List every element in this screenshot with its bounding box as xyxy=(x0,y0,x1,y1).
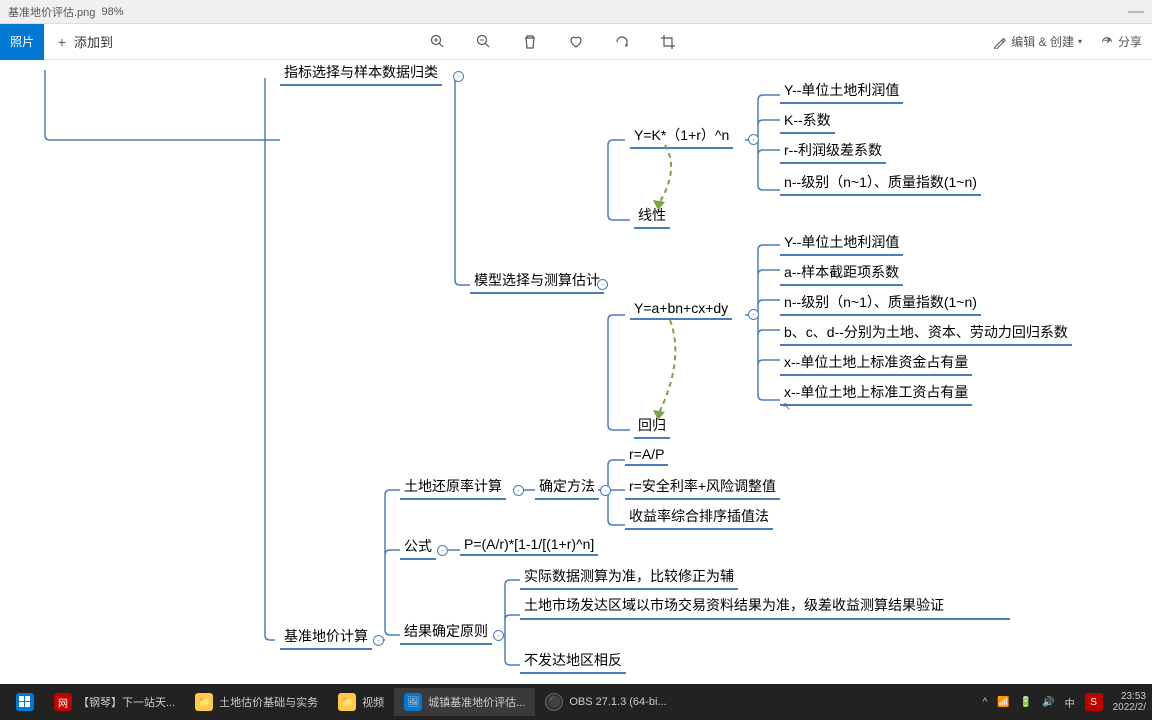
toggle-icon[interactable]: - xyxy=(513,485,524,496)
taskbar[interactable]: 网【钢琴】下一站天... 📁土地估价基础与实务 📁视频 🖼城镇基准地价评估...… xyxy=(0,684,1152,720)
node-formula1[interactable]: Y=K*（1+r）^n xyxy=(630,123,733,149)
toggle-icon[interactable]: - xyxy=(493,630,504,641)
node-p-formula[interactable]: P=(A/r)*[1-1/[(1+r)^n] xyxy=(460,534,598,556)
tray-date: 2022/2/ xyxy=(1113,702,1146,713)
node-y-profit[interactable]: Y--单位土地利润值 xyxy=(780,78,903,104)
toolbar: 照片 + 添加到 编辑 & 创建 ▾ 分享 xyxy=(0,24,1152,60)
tray-chevron-icon[interactable]: ^ xyxy=(983,697,988,708)
node-n-level[interactable]: n--级别（n~1）、质量指数(1~n) xyxy=(780,170,981,196)
mindmap-canvas[interactable]: 指标选择与样本数据归类 - 模型选择与测算估计 - Y=K*（1+r）^n - … xyxy=(0,60,1152,684)
task-netease[interactable]: 网【钢琴】下一站天... xyxy=(44,688,185,716)
toggle-icon[interactable]: - xyxy=(748,309,759,320)
task-photos[interactable]: 🖼城镇基准地价评估... xyxy=(394,688,535,716)
node-r-safe[interactable]: r=安全利率+风险调整值 xyxy=(625,474,780,500)
node-y-profit2[interactable]: Y--单位土地利润值 xyxy=(780,230,903,256)
node-r-ap[interactable]: r=A/P xyxy=(625,444,668,466)
node-linear[interactable]: 线性 xyxy=(634,203,670,229)
file-name: 基准地价评估.png xyxy=(8,4,95,20)
zoom-in-icon[interactable] xyxy=(430,34,446,50)
system-tray[interactable]: ^ 📶 🔋 🔊 中 S 23:53 2022/2/ xyxy=(983,691,1146,713)
node-undeveloped[interactable]: 不发达地区相反 xyxy=(520,648,626,674)
minimize-icon[interactable]: — xyxy=(1128,3,1144,21)
node-model-selection[interactable]: 模型选择与测算估计 xyxy=(470,268,604,294)
node-a-intercept[interactable]: a--样本截距项系数 xyxy=(780,260,903,286)
heart-icon[interactable] xyxy=(568,34,584,50)
node-determine-method[interactable]: 确定方法 xyxy=(535,474,599,500)
crop-icon[interactable] xyxy=(660,34,676,50)
node-regression[interactable]: 回归 xyxy=(634,413,670,439)
node-x-wage[interactable]: x--单位土地上标准工资占有量 xyxy=(780,380,972,406)
tray-ime[interactable]: 中 xyxy=(1065,695,1075,710)
zoom-out-icon[interactable] xyxy=(476,34,492,50)
zoom-level: 98% xyxy=(102,6,124,18)
rotate-icon[interactable] xyxy=(614,34,630,50)
task-obs[interactable]: ⚫OBS 27.1.3 (64-bi... xyxy=(535,688,676,716)
node-actual-data[interactable]: 实际数据测算为准，比较修正为辅 xyxy=(520,564,738,590)
node-market-developed[interactable]: 土地市场发达区域以市场交易资料结果为准，级差收益测算结果验证 xyxy=(520,594,1010,620)
node-k-coef[interactable]: K--系数 xyxy=(780,108,835,134)
node-land-reduction[interactable]: 土地还原率计算 xyxy=(400,474,506,500)
tray-sogou-icon[interactable]: S xyxy=(1085,693,1103,711)
node-formula2[interactable]: Y=a+bn+cx+dy xyxy=(630,298,732,320)
node-base-price[interactable]: 基准地价计算 xyxy=(280,624,372,650)
node-n-level2[interactable]: n--级别（n~1）、质量指数(1~n) xyxy=(780,290,981,316)
toggle-icon[interactable]: - xyxy=(437,545,448,556)
tray-time: 23:53 xyxy=(1113,691,1146,702)
edit-create-button[interactable]: 编辑 & 创建 ▾ xyxy=(993,33,1082,50)
task-folder1[interactable]: 📁土地估价基础与实务 xyxy=(185,688,328,716)
cursor-icon: ↖ xyxy=(782,400,791,413)
delete-icon[interactable] xyxy=(522,34,538,50)
start-button[interactable] xyxy=(6,688,44,716)
share-button[interactable]: 分享 xyxy=(1100,33,1142,50)
node-formula-label[interactable]: 公式 xyxy=(400,534,436,560)
toggle-icon[interactable]: - xyxy=(600,485,611,496)
node-indicator-selection[interactable]: 指标选择与样本数据归类 xyxy=(280,60,442,86)
plus-icon: + xyxy=(54,34,70,50)
node-r-diff[interactable]: r--利润级差系数 xyxy=(780,138,886,164)
node-result-principle[interactable]: 结果确定原则 xyxy=(400,619,492,645)
title-bar: 基准地价评估.png 98% — xyxy=(0,0,1152,24)
toggle-icon[interactable]: - xyxy=(453,71,464,82)
task-folder2[interactable]: 📁视频 xyxy=(328,688,394,716)
node-x-capital[interactable]: x--单位土地上标准资金占有量 xyxy=(780,350,972,376)
node-bcd-coef[interactable]: b、c、d--分别为土地、资本、劳动力回归系数 xyxy=(780,320,1072,346)
photo-button[interactable]: 照片 xyxy=(0,24,44,60)
toggle-icon[interactable]: - xyxy=(373,635,384,646)
toggle-icon[interactable]: - xyxy=(748,134,759,145)
add-to-button[interactable]: + 添加到 xyxy=(54,32,113,51)
tray-network-icon[interactable]: 📶 xyxy=(997,697,1009,708)
toggle-icon[interactable]: - xyxy=(597,279,608,290)
tray-battery-icon[interactable]: 🔋 xyxy=(1020,697,1032,708)
node-yield-sort[interactable]: 收益率综合排序插值法 xyxy=(625,504,773,530)
tray-volume-icon[interactable]: 🔊 xyxy=(1042,697,1054,708)
